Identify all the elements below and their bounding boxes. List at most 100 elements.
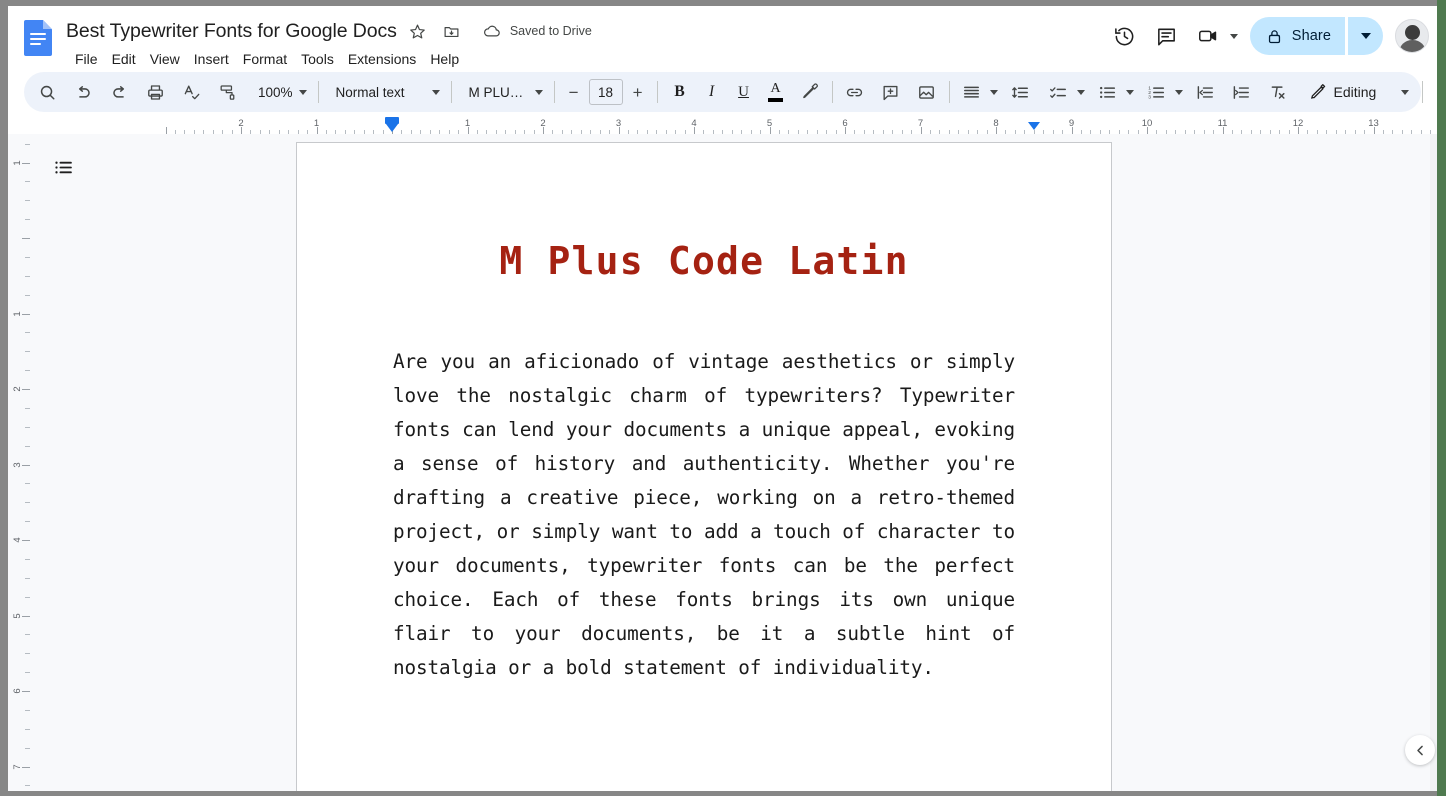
toolbar-right-group bbox=[1415, 77, 1437, 107]
print-icon[interactable] bbox=[140, 77, 170, 107]
editing-mode-label: Editing bbox=[1333, 84, 1377, 100]
ruler-tick bbox=[22, 540, 30, 541]
collapse-toolbar-icon[interactable] bbox=[1430, 77, 1437, 107]
cloud-saved-icon[interactable] bbox=[479, 18, 505, 44]
paragraph-style-dropdown[interactable]: Normal text bbox=[326, 77, 444, 107]
numbered-list-icon[interactable]: 1 2 3 bbox=[1142, 77, 1172, 107]
menu-bar: File Edit View Insert Format Tools Exten… bbox=[68, 47, 592, 71]
menu-item-tools[interactable]: Tools bbox=[294, 47, 341, 71]
insert-image-icon[interactable] bbox=[912, 77, 942, 107]
editing-mode-button[interactable]: Editing bbox=[1301, 76, 1416, 108]
version-history-icon[interactable] bbox=[1105, 16, 1145, 56]
bulleted-list-dropdown-caret-icon[interactable] bbox=[1125, 89, 1134, 95]
document-body-paragraph[interactable]: Are you an aficionado of vintage aesthet… bbox=[393, 345, 1015, 685]
ruler-label: 7 bbox=[917, 118, 924, 129]
document-page[interactable]: M Plus Code Latin Are you an aficionado … bbox=[296, 142, 1112, 791]
text-color-button[interactable]: A bbox=[761, 77, 791, 107]
increase-indent-icon[interactable] bbox=[1227, 77, 1257, 107]
checklist-icon[interactable] bbox=[1044, 77, 1074, 107]
ruler-tick bbox=[25, 502, 30, 504]
ruler-label: 4 bbox=[691, 118, 697, 129]
main-toolbar: 100% Normal text M PLU… − + bbox=[24, 72, 1424, 112]
ruler-label: 8 bbox=[993, 118, 999, 129]
chevron-down-icon bbox=[298, 89, 307, 95]
bulleted-list-icon[interactable] bbox=[1093, 77, 1123, 107]
vertical-ruler[interactable]: 1 1 2 3 4 5 6 7 bbox=[8, 134, 30, 791]
bold-label: B bbox=[674, 83, 685, 100]
menu-item-format[interactable]: Format bbox=[236, 47, 294, 71]
menu-item-help[interactable]: Help bbox=[423, 47, 466, 71]
zoom-control[interactable]: 100% bbox=[250, 77, 311, 107]
menu-item-edit[interactable]: Edit bbox=[105, 47, 143, 71]
ruler-label: 4 bbox=[11, 537, 23, 543]
toolbar-container: 100% Normal text M PLU… − + bbox=[8, 72, 1437, 116]
ruler-tick bbox=[22, 389, 30, 390]
chevron-down-icon bbox=[1360, 33, 1371, 39]
font-family-value: M PLU… bbox=[468, 84, 524, 100]
align-dropdown-caret-icon[interactable] bbox=[989, 89, 998, 95]
decrease-font-size-button[interactable]: − bbox=[562, 80, 586, 104]
ruler-label: 1 bbox=[11, 159, 23, 166]
google-docs-logo-icon[interactable] bbox=[24, 20, 52, 56]
horizontal-ruler[interactable]: 2 1 1 2 3 4 5 6 7 8 9 10 11 12 13 bbox=[8, 116, 1437, 134]
ruler-tick bbox=[25, 558, 30, 560]
search-icon[interactable] bbox=[32, 77, 62, 107]
document-canvas: 1 1 2 3 4 5 6 7 M Plus Code Latin Are you an af… bbox=[8, 134, 1437, 791]
toolbar-divider bbox=[317, 81, 319, 103]
add-comment-icon[interactable] bbox=[876, 77, 906, 107]
increase-font-size-button[interactable]: + bbox=[626, 80, 650, 104]
ruler-label: 2 bbox=[238, 118, 244, 129]
zoom-value: 100% bbox=[258, 84, 293, 100]
clear-formatting-icon[interactable] bbox=[1263, 77, 1293, 107]
undo-icon[interactable] bbox=[68, 77, 98, 107]
ruler-label: 9 bbox=[1068, 118, 1075, 129]
collapse-panel-icon[interactable] bbox=[1405, 735, 1435, 765]
menu-item-extensions[interactable]: Extensions bbox=[341, 47, 423, 71]
redo-icon[interactable] bbox=[104, 77, 134, 107]
ruler-tick bbox=[25, 728, 30, 730]
share-dropdown-button[interactable] bbox=[1347, 17, 1383, 55]
ruler-tick bbox=[25, 256, 30, 258]
ruler-tick bbox=[25, 181, 30, 183]
meet-dropdown-caret-icon[interactable] bbox=[1229, 33, 1238, 39]
paint-format-icon[interactable] bbox=[212, 77, 242, 107]
right-indent-marker[interactable] bbox=[1027, 122, 1040, 130]
line-spacing-icon[interactable] bbox=[1006, 77, 1036, 107]
scrollbar-track[interactable] bbox=[1430, 134, 1437, 791]
document-outline-icon[interactable] bbox=[48, 152, 78, 182]
numbered-list-dropdown-caret-icon[interactable] bbox=[1174, 89, 1183, 95]
left-indent-marker[interactable] bbox=[385, 117, 399, 124]
move-to-folder-icon[interactable] bbox=[439, 18, 465, 44]
italic-button[interactable]: I bbox=[697, 77, 727, 107]
highlight-pen-icon[interactable] bbox=[795, 77, 825, 107]
font-size-input[interactable] bbox=[588, 79, 623, 105]
title-and-menu-block: Best Typewriter Fonts for Google Docs Sa… bbox=[66, 16, 592, 71]
share-button[interactable]: Share bbox=[1249, 17, 1345, 55]
editing-pencil-icon bbox=[1310, 84, 1325, 99]
meet-camera-icon[interactable] bbox=[1189, 16, 1229, 56]
ruler-tick bbox=[22, 464, 30, 466]
align-icon[interactable] bbox=[957, 77, 987, 107]
underline-button[interactable]: U bbox=[729, 77, 759, 107]
ruler-tick bbox=[25, 634, 30, 636]
comment-history-icon[interactable] bbox=[1147, 16, 1187, 56]
font-family-dropdown[interactable]: M PLU… bbox=[459, 77, 547, 107]
document-title[interactable]: Best Typewriter Fonts for Google Docs bbox=[66, 18, 397, 44]
document-heading[interactable]: M Plus Code Latin bbox=[297, 239, 1111, 283]
ruler-tick bbox=[25, 785, 30, 787]
ruler-label: 3 bbox=[615, 118, 622, 129]
bold-button[interactable]: B bbox=[665, 77, 695, 107]
ruler-label: 1 bbox=[11, 310, 23, 317]
menu-item-view[interactable]: View bbox=[143, 47, 187, 71]
menu-item-file[interactable]: File bbox=[68, 47, 105, 71]
checklist-dropdown-caret-icon[interactable] bbox=[1076, 89, 1085, 95]
spellcheck-icon[interactable] bbox=[176, 77, 206, 107]
first-line-indent-marker[interactable] bbox=[386, 124, 398, 132]
ruler-tick bbox=[25, 143, 30, 145]
insert-link-icon[interactable] bbox=[840, 77, 870, 107]
menu-item-insert[interactable]: Insert bbox=[187, 47, 236, 71]
avatar[interactable] bbox=[1395, 19, 1429, 53]
chevron-down-icon bbox=[1401, 89, 1410, 95]
decrease-indent-icon[interactable] bbox=[1191, 77, 1221, 107]
star-icon[interactable] bbox=[405, 18, 431, 44]
